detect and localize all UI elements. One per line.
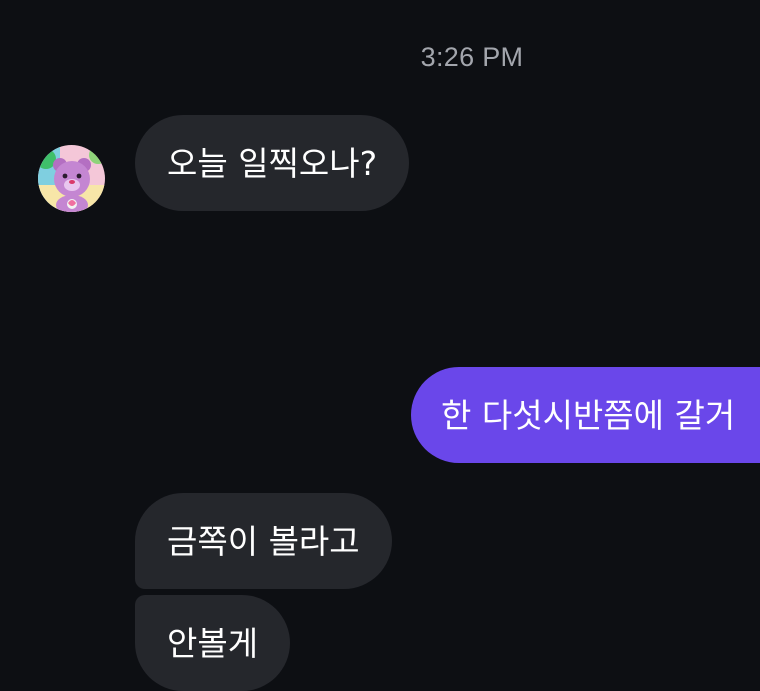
care-bear-avatar-icon: [38, 145, 105, 212]
message-text: 금쪽이 볼라고: [167, 521, 360, 561]
message-timestamp: 3:26 PM: [0, 42, 760, 73]
message-text: 오늘 일찍오나?: [167, 143, 378, 183]
timestamp-text: 3:26 PM: [420, 42, 524, 72]
message-bubble-incoming[interactable]: 금쪽이 볼라고: [135, 493, 392, 589]
message-bubble-outgoing[interactable]: 한 다섯시반쯤에 갈거: [411, 367, 760, 463]
contact-avatar[interactable]: [38, 145, 105, 212]
message-text: 안볼게: [167, 623, 259, 663]
chat-thread: 3:26 PM 오늘 일찍오나? 한 다섯시반쯤에 갈거 금쪽이 볼라고 안볼게: [0, 0, 760, 691]
message-text: 한 다섯시반쯤에 갈거: [441, 395, 736, 435]
message-bubble-incoming[interactable]: 오늘 일찍오나?: [135, 115, 410, 211]
